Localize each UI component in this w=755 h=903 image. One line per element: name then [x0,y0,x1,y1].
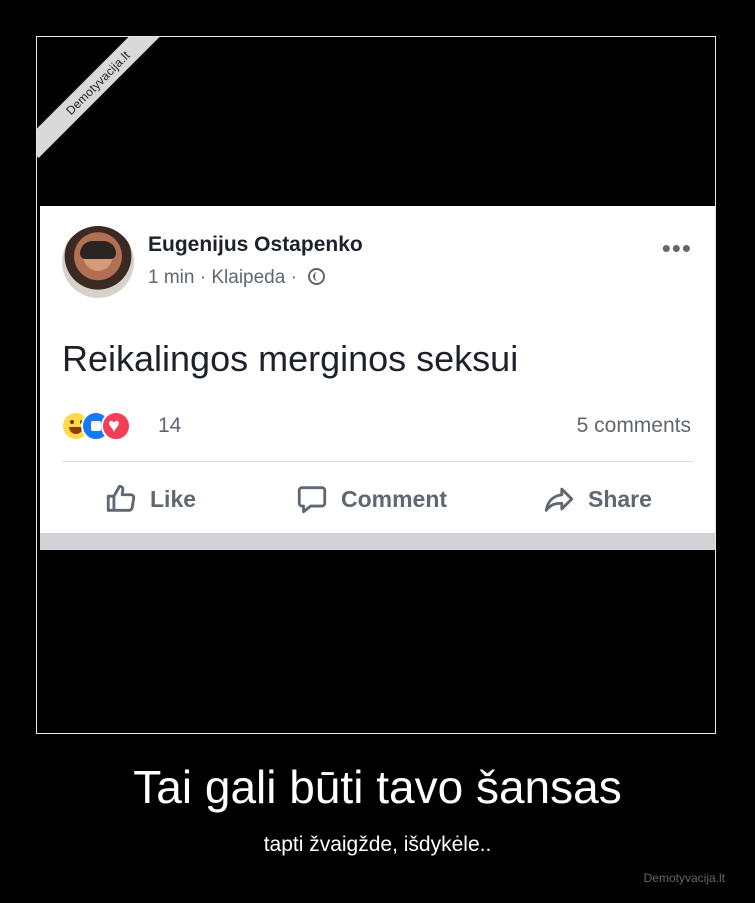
facebook-post: Eugenijus Ostapenko 1 min · Klaipeda · •… [40,206,715,550]
like-button[interactable]: Like [104,481,196,517]
thumbs-up-icon [106,484,136,512]
subcaption: tapti žvaigžde, išdykėle.. [263,833,492,856]
post-location[interactable]: Klaipeda [211,267,285,288]
comment-label: Comment [341,485,448,512]
comment-button[interactable]: Comment [295,481,447,517]
comments-count[interactable]: 5 comments [577,414,691,438]
post-footer-strip [40,533,715,550]
comment-bubble-icon [297,486,327,514]
share-label: Share [588,485,652,512]
share-button[interactable]: Share [542,481,652,517]
meta-separator: · [199,267,207,288]
watermark-ribbon: Demotyvacija.lt [37,37,173,158]
image-frame: Demotyvacija.lt Eugenijus Ostapenko 1 mi… [36,36,716,734]
more-options-icon[interactable]: ••• [662,233,692,264]
main-caption: Tai gali būti tavo šansas [133,761,622,813]
avatar[interactable] [62,226,134,298]
divider [62,461,693,462]
site-watermark: Demotyvacija.lt [643,871,725,885]
author-name[interactable]: Eugenijus Ostapenko [148,233,363,257]
share-arrow-icon [544,487,574,512]
globe-icon [308,268,326,285]
post-meta: 1 min · Klaipeda · [148,267,326,289]
post-text: Reikalingos merginos seksui [62,338,519,379]
love-reaction-icon [101,411,131,441]
post-time[interactable]: 1 min [148,267,194,288]
reaction-count[interactable]: 14 [158,414,181,438]
meta-separator: · [290,267,297,288]
like-label: Like [150,485,197,512]
